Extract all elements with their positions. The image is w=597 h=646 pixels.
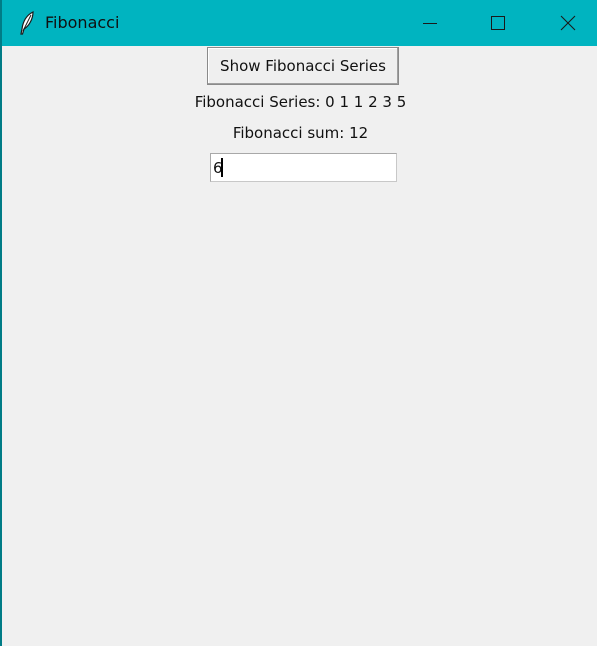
fibonacci-series-label: Fibonacci Series: 0 1 1 2 3 5 xyxy=(194,93,407,111)
show-fibonacci-series-button[interactable]: Show Fibonacci Series xyxy=(207,47,399,85)
main-content: Show Fibonacci Series Fibonacci Series: … xyxy=(2,46,597,646)
minimize-button[interactable] xyxy=(395,0,465,46)
app-window: Fibonacci Show Fibonacci Series Fibonacc… xyxy=(0,0,597,646)
feather-icon xyxy=(19,11,37,35)
title-bar[interactable]: Fibonacci xyxy=(2,0,597,46)
number-input[interactable] xyxy=(210,153,397,182)
close-button[interactable] xyxy=(533,0,597,46)
maximize-button[interactable] xyxy=(463,0,533,46)
minimize-icon xyxy=(423,23,437,24)
close-icon xyxy=(560,15,576,31)
window-title: Fibonacci xyxy=(45,13,120,32)
maximize-icon xyxy=(491,16,505,30)
fibonacci-sum-label: Fibonacci sum: 12 xyxy=(232,124,369,142)
text-caret xyxy=(221,158,223,177)
